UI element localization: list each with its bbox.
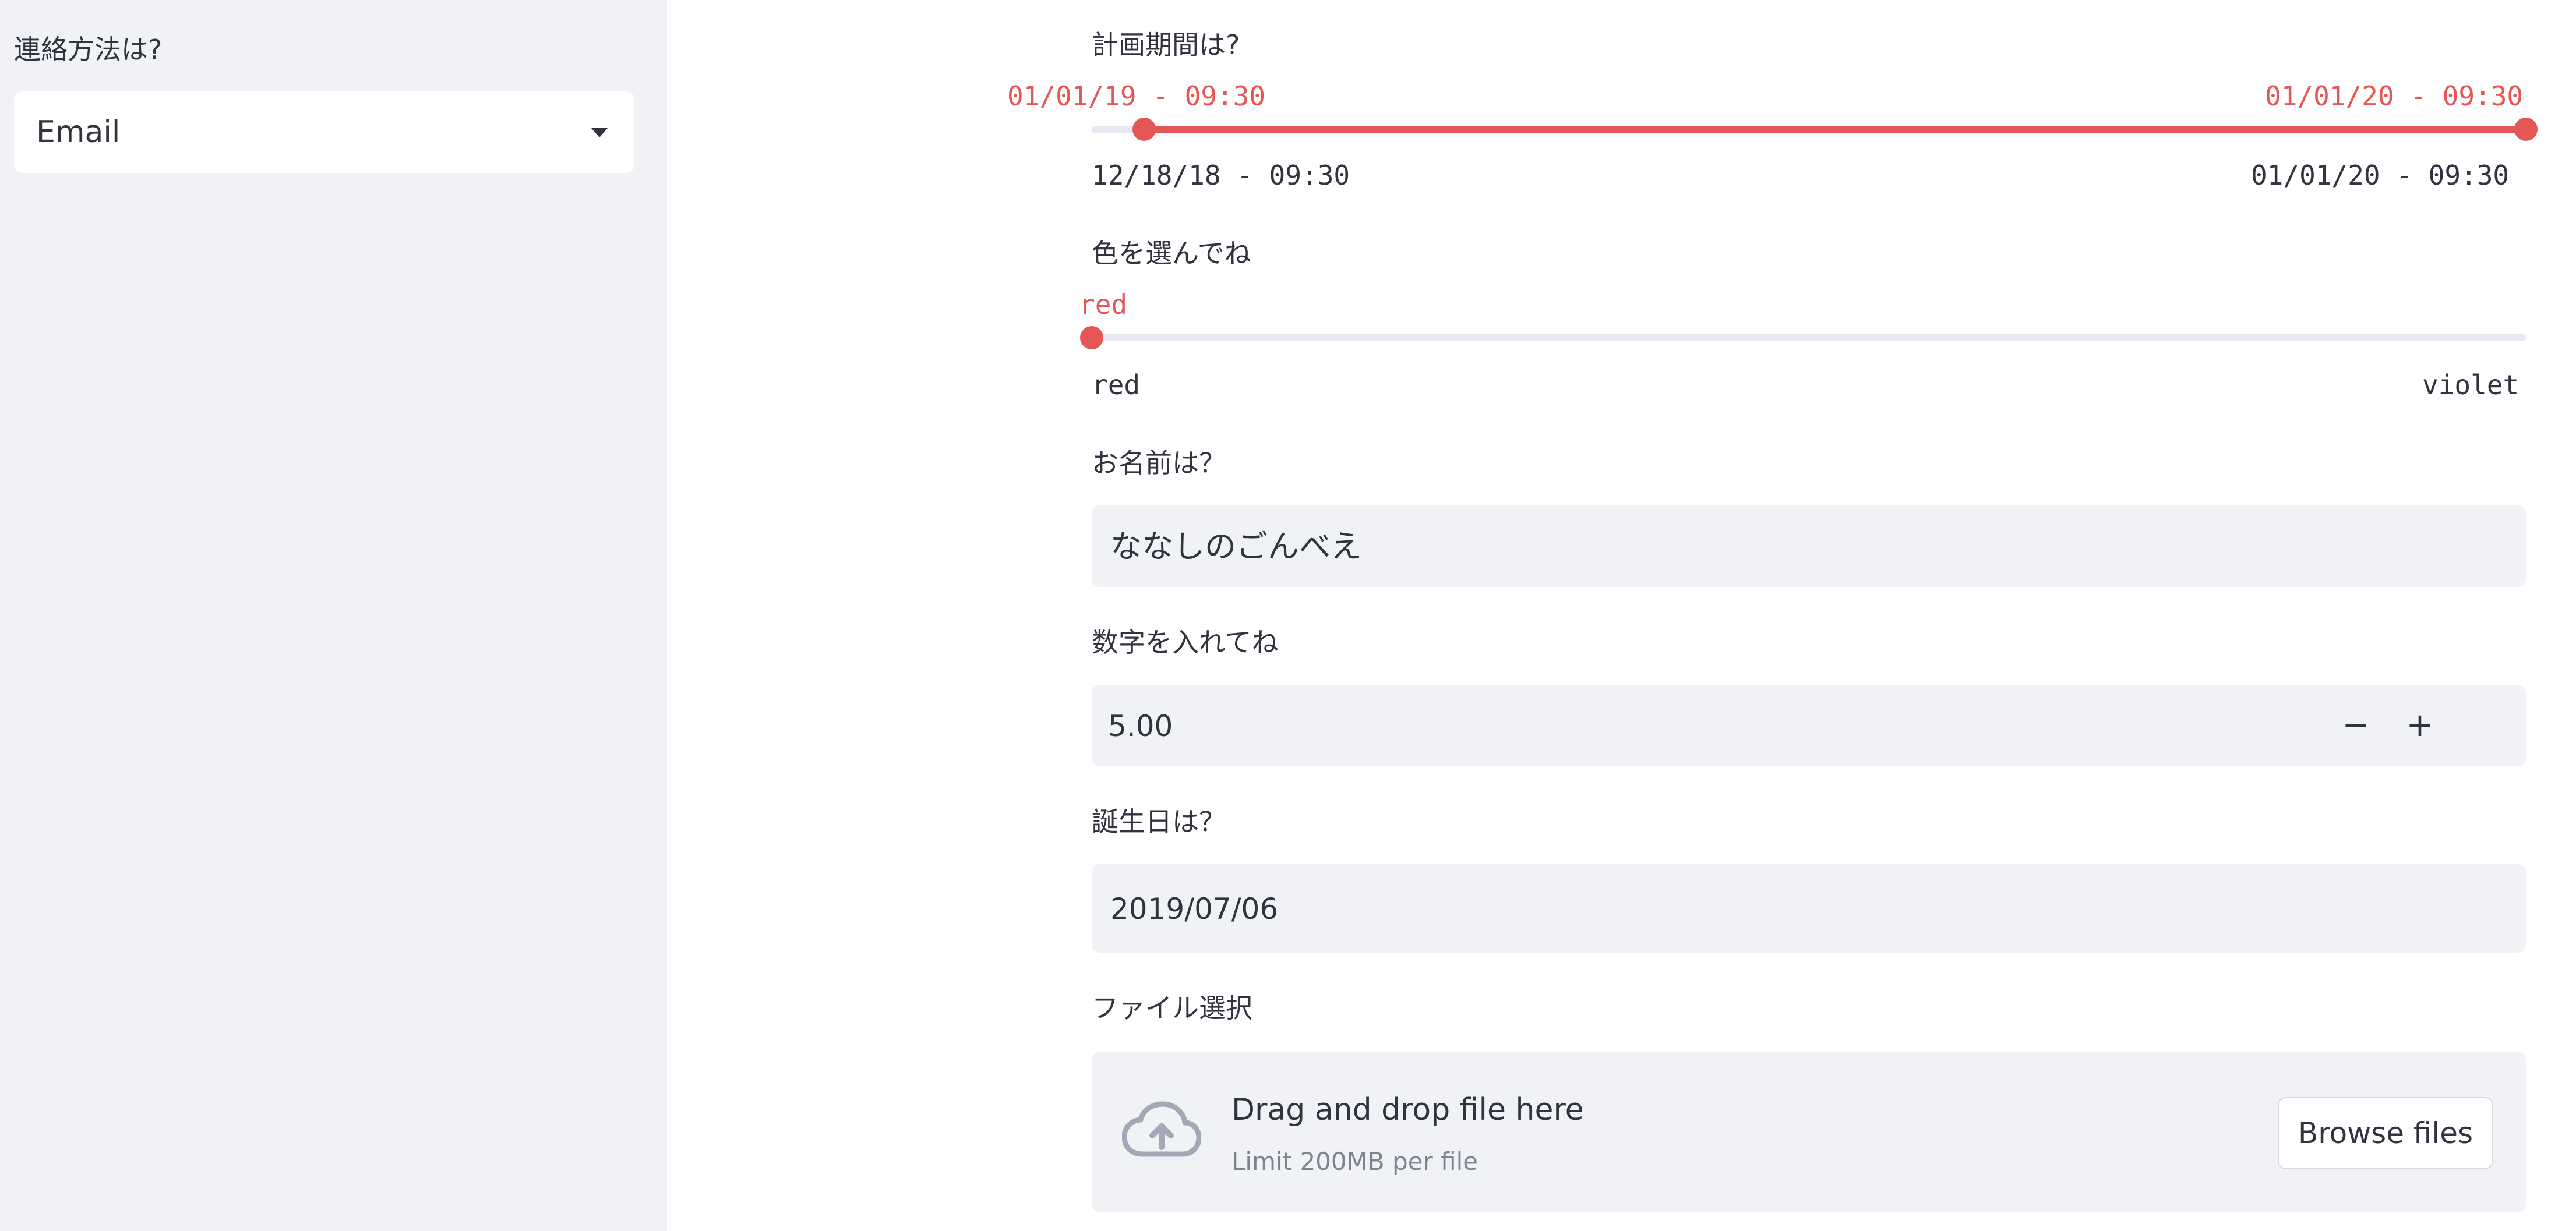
birthday-input-label: 誕生日は？: [1092, 806, 1226, 837]
browse-files-button[interactable]: Browse files: [2278, 1097, 2493, 1169]
increment-button[interactable]: +: [2402, 708, 2437, 743]
file-dropzone[interactable]: Drag and drop file here Limit 200MB per …: [1092, 1052, 2526, 1212]
period-start-value: 01/01/19 - 09:30: [1007, 80, 1266, 112]
color-slider-value: red: [1079, 289, 1128, 320]
number-input[interactable]: 5.00 − +: [1092, 685, 2526, 766]
name-input-label: お名前は？: [1092, 447, 1226, 479]
number-input-label: 数字を入れてね: [1092, 627, 1279, 658]
color-slider-handle[interactable]: [1080, 326, 1103, 349]
period-slider-selected-range: [1144, 126, 2526, 133]
color-slider-label: 色を選んでね: [1092, 238, 1251, 269]
period-slider-start-handle[interactable]: [1132, 118, 1156, 141]
color-slider-max-label: violet: [2422, 369, 2519, 401]
chevron-down-icon: [591, 128, 608, 137]
sidebar: 連絡方法は? Email: [0, 0, 667, 1231]
period-slider-label: 計画期間は?: [1092, 29, 1240, 61]
birthday-date-input[interactable]: 2019/07/06: [1092, 864, 2526, 953]
period-end-value: 01/01/20 - 09:30: [2265, 80, 2524, 112]
file-size-limit: Limit 200MB per file: [1231, 1147, 1478, 1176]
period-slider-max-label: 01/01/20 - 09:30: [2251, 160, 2510, 191]
color-slider-track: [1092, 334, 2526, 341]
contact-method-value: Email: [36, 115, 121, 150]
file-uploader-label: ファイル選択: [1092, 992, 1252, 1024]
birthday-input-value: 2019/07/06: [1110, 892, 1279, 926]
name-input[interactable]: ななしのごんべえ: [1092, 505, 2526, 587]
contact-method-label: 連絡方法は?: [14, 34, 163, 65]
number-input-value: 5.00: [1108, 709, 1173, 743]
contact-method-select[interactable]: Email: [14, 91, 634, 173]
decrement-button[interactable]: −: [2338, 708, 2373, 743]
drop-instruction: Drag and drop file here: [1231, 1092, 1584, 1127]
period-slider-end-handle[interactable]: [2514, 118, 2538, 141]
color-slider-min-label: red: [1092, 369, 1141, 401]
cloud-upload-icon: [1121, 1101, 1202, 1161]
name-input-value: ななしのごんべえ: [1110, 528, 1362, 565]
period-slider-min-label: 12/18/18 - 09:30: [1092, 160, 1350, 191]
